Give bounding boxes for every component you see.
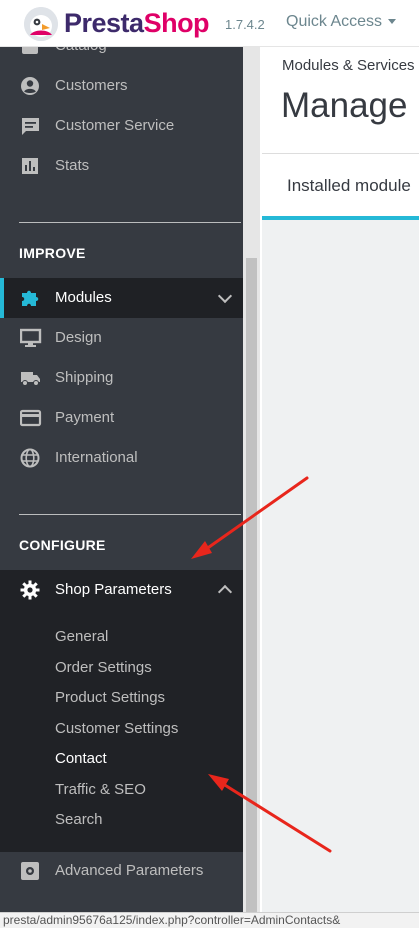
truck-icon bbox=[21, 372, 40, 386]
sidebar-item-shipping[interactable]: Shipping bbox=[0, 358, 243, 398]
desktop-icon bbox=[20, 328, 42, 347]
page-title: Manage i bbox=[281, 86, 419, 125]
globe-icon bbox=[20, 448, 40, 468]
sidebar-divider bbox=[19, 514, 241, 515]
sidebar-item-stats[interactable]: Stats bbox=[0, 146, 243, 186]
submenu-item-product-settings[interactable]: Product Settings bbox=[55, 689, 165, 706]
submenu-item-general[interactable]: General bbox=[55, 628, 108, 645]
account-circle-icon bbox=[21, 77, 39, 95]
sidebar: Catalog Customers Customer Service Stats… bbox=[0, 0, 243, 912]
sidebar-item-label: Advanced Parameters bbox=[55, 862, 204, 879]
submenu-item-search[interactable]: Search bbox=[55, 811, 103, 828]
sidebar-item-label: Stats bbox=[55, 157, 90, 174]
sidebar-item-customer-service[interactable]: Customer Service bbox=[0, 106, 243, 146]
sidebar-item-label: Design bbox=[55, 329, 102, 346]
section-title-configure: CONFIGURE bbox=[19, 537, 106, 553]
prestashop-logo[interactable] bbox=[24, 7, 58, 41]
submenu-item-traffic-seo[interactable]: Traffic & SEO bbox=[55, 781, 146, 798]
gear-icon bbox=[20, 580, 40, 600]
status-bar: presta/admin95676a125/index.php?controll… bbox=[0, 912, 419, 928]
submenu-item-contact[interactable]: Contact bbox=[55, 750, 107, 767]
sidebar-item-label: Shop Parameters bbox=[55, 581, 172, 598]
status-url: presta/admin95676a125/index.php?controll… bbox=[3, 913, 341, 927]
top-header: PrestaShop 1.7.4.2 Quick Access bbox=[0, 0, 419, 47]
brand-name: PrestaShop bbox=[64, 8, 210, 38]
quick-access-dropdown[interactable]: Quick Access bbox=[286, 13, 397, 31]
shop-parameters-submenu bbox=[0, 570, 243, 852]
active-indicator bbox=[0, 278, 4, 318]
credit-card-icon bbox=[20, 409, 42, 427]
breadcrumb[interactable]: Modules & Services bbox=[282, 57, 415, 74]
version-label: 1.7.4.2 bbox=[225, 17, 265, 32]
caret-down-icon bbox=[388, 19, 397, 25]
sidebar-item-label: Customers bbox=[55, 77, 128, 94]
submenu-item-customer-settings[interactable]: Customer Settings bbox=[55, 720, 178, 737]
sidebar-item-label: Modules bbox=[55, 289, 112, 306]
sidebar-scrollbar-thumb[interactable] bbox=[246, 258, 257, 912]
sidebar-item-advanced-parameters[interactable]: Advanced Parameters bbox=[0, 851, 243, 891]
chat-icon bbox=[22, 118, 39, 135]
sidebar-item-label: Payment bbox=[55, 409, 115, 426]
sidebar-divider bbox=[19, 222, 241, 223]
sidebar-item-label: Customer Service bbox=[55, 117, 175, 134]
sidebar-item-customers[interactable]: Customers bbox=[0, 66, 243, 106]
sidebar-item-international[interactable]: International bbox=[0, 438, 243, 478]
sidebar-item-design[interactable]: Design bbox=[0, 318, 243, 358]
sidebar-item-label: Shipping bbox=[55, 369, 114, 386]
sidebar-item-shop-parameters[interactable]: Shop Parameters bbox=[0, 570, 243, 610]
submenu-item-order-settings[interactable]: Order Settings bbox=[55, 659, 152, 676]
bar-chart-icon bbox=[22, 158, 38, 174]
tab-installed-modules[interactable]: Installed module bbox=[287, 176, 411, 196]
settings-applications-icon bbox=[21, 862, 39, 880]
sidebar-item-label: International bbox=[55, 449, 138, 466]
chevron-up-icon[interactable] bbox=[217, 584, 233, 600]
content-area bbox=[262, 220, 419, 912]
sidebar-item-modules[interactable]: Modules bbox=[0, 278, 243, 318]
puzzle-icon bbox=[22, 290, 39, 306]
sidebar-item-payment[interactable]: Payment bbox=[0, 398, 243, 438]
chevron-down-icon[interactable] bbox=[217, 288, 233, 304]
section-title-improve: IMPROVE bbox=[19, 245, 86, 261]
